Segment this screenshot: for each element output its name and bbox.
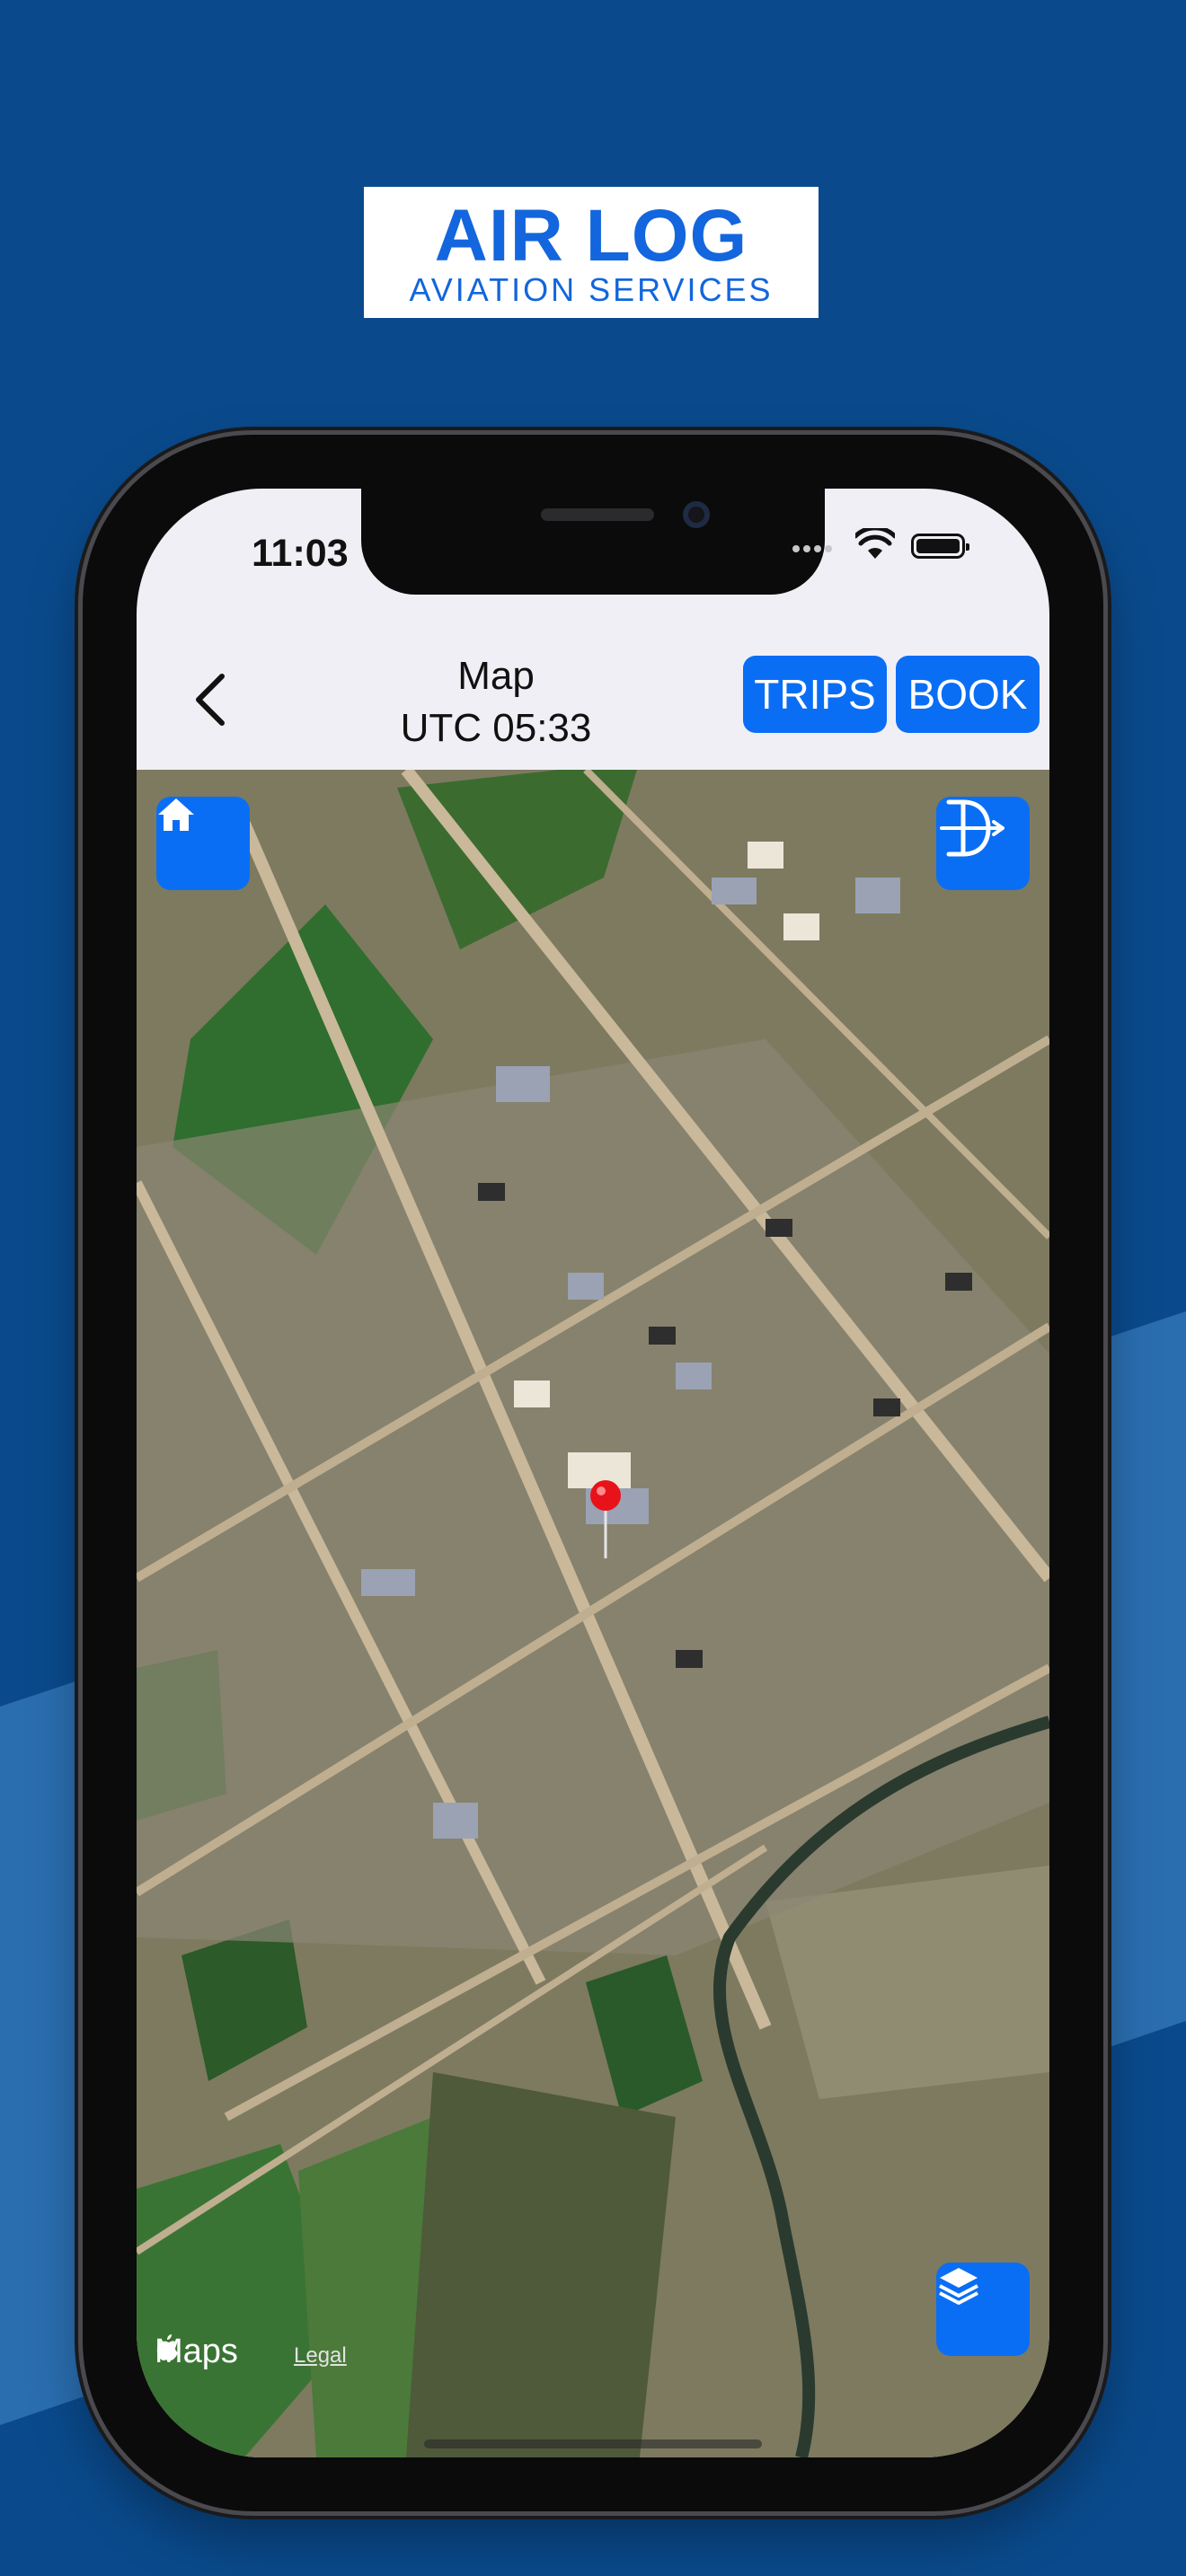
red-pin-icon[interactable]: [588, 1479, 624, 1560]
front-camera: [683, 501, 710, 528]
legal-link[interactable]: Legal: [294, 2343, 347, 2369]
home-button[interactable]: [156, 797, 250, 890]
battery-icon: [911, 534, 969, 559]
wifi-icon: [855, 528, 895, 559]
apple-logo-icon: [156, 2334, 178, 2360]
utc-clock: UTC 05:33: [400, 706, 592, 750]
map-layers-button[interactable]: [936, 2263, 1030, 2356]
home-indicator: [424, 2439, 762, 2448]
logo-title: AIR LOG: [434, 195, 748, 277]
phone-frame: 11:03 Map UTC 05:33 TRIPS BOOK Maps Lega…: [83, 435, 1103, 2511]
phone-screen: 11:03 Map UTC 05:33 TRIPS BOOK Maps Lega…: [137, 489, 1049, 2457]
logo-subtitle: AVIATION SERVICES: [409, 271, 774, 308]
status-time: 11:03: [252, 532, 349, 575]
trips-button[interactable]: TRIPS: [743, 656, 887, 733]
chevron-left-icon: [196, 674, 225, 726]
notch: [361, 489, 825, 595]
apple-maps-attribution: Maps: [155, 2333, 238, 2371]
speaker-grille: [541, 508, 654, 521]
route-tracking-icon: [940, 799, 1005, 857]
back-button[interactable]: [180, 659, 243, 740]
satellite-map[interactable]: Maps Legal: [137, 770, 1049, 2457]
book-button[interactable]: BOOK: [896, 656, 1040, 733]
layers-icon: [939, 2268, 978, 2305]
route-tracking-button[interactable]: [936, 797, 1030, 890]
nav-title-block: Map UTC 05:33: [361, 650, 631, 754]
home-icon: [158, 798, 194, 831]
cellular-dots-icon: [792, 541, 836, 557]
air-log-logo: AIR LOG AVIATION SERVICES: [364, 187, 819, 318]
satellite-imagery: [137, 770, 1049, 2457]
page-title: Map: [457, 654, 535, 698]
